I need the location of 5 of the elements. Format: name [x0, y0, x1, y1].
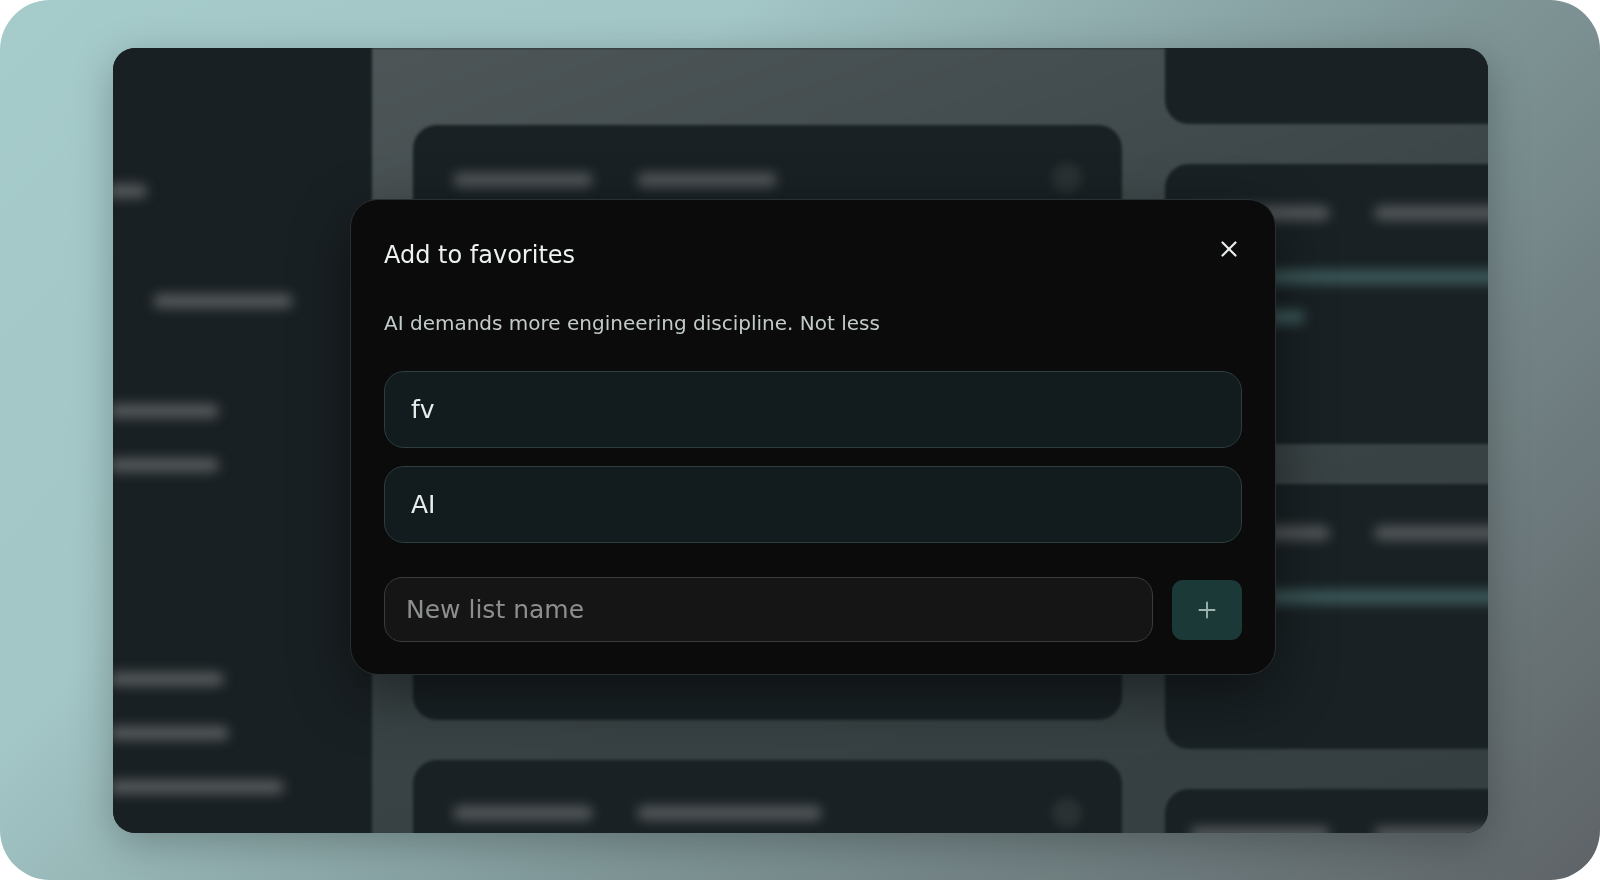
favorites-list-item[interactable]: fv [384, 371, 1242, 448]
dialog-subtitle: AI demands more engineering discipline. Not less [384, 310, 880, 337]
favorites-list-item[interactable]: AI [384, 466, 1242, 543]
dialog-title: Add to favorites [384, 240, 576, 271]
new-list-name-field[interactable]: New list name [384, 577, 1153, 642]
